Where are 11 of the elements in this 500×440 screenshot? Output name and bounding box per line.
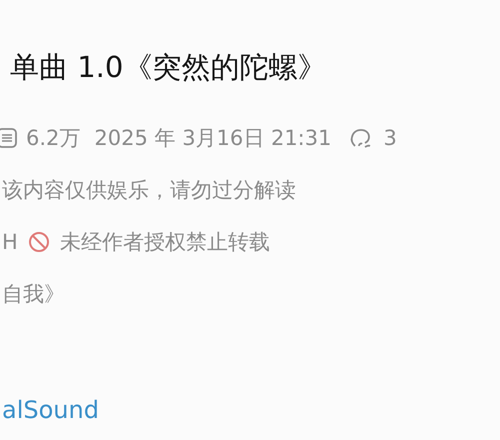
source-link[interactable]: alSound xyxy=(2,396,500,424)
copyright-notice: 未经作者授权禁止转载 xyxy=(60,229,270,256)
song-title: 单曲 1.0《突然的陀螺》 xyxy=(10,49,328,86)
prohibited-icon xyxy=(28,231,50,253)
publish-date: 2025 年 3月16日 21:31 xyxy=(94,125,332,152)
disclaimer-text: 该内容仅供娱乐，请勿过分解读 xyxy=(2,177,296,204)
list-icon xyxy=(0,127,18,149)
description-text: 自我》 xyxy=(2,281,65,308)
view-count: 6.2万 xyxy=(26,125,80,152)
author-tag: H xyxy=(2,230,18,254)
comment-count: 3 xyxy=(383,126,397,150)
